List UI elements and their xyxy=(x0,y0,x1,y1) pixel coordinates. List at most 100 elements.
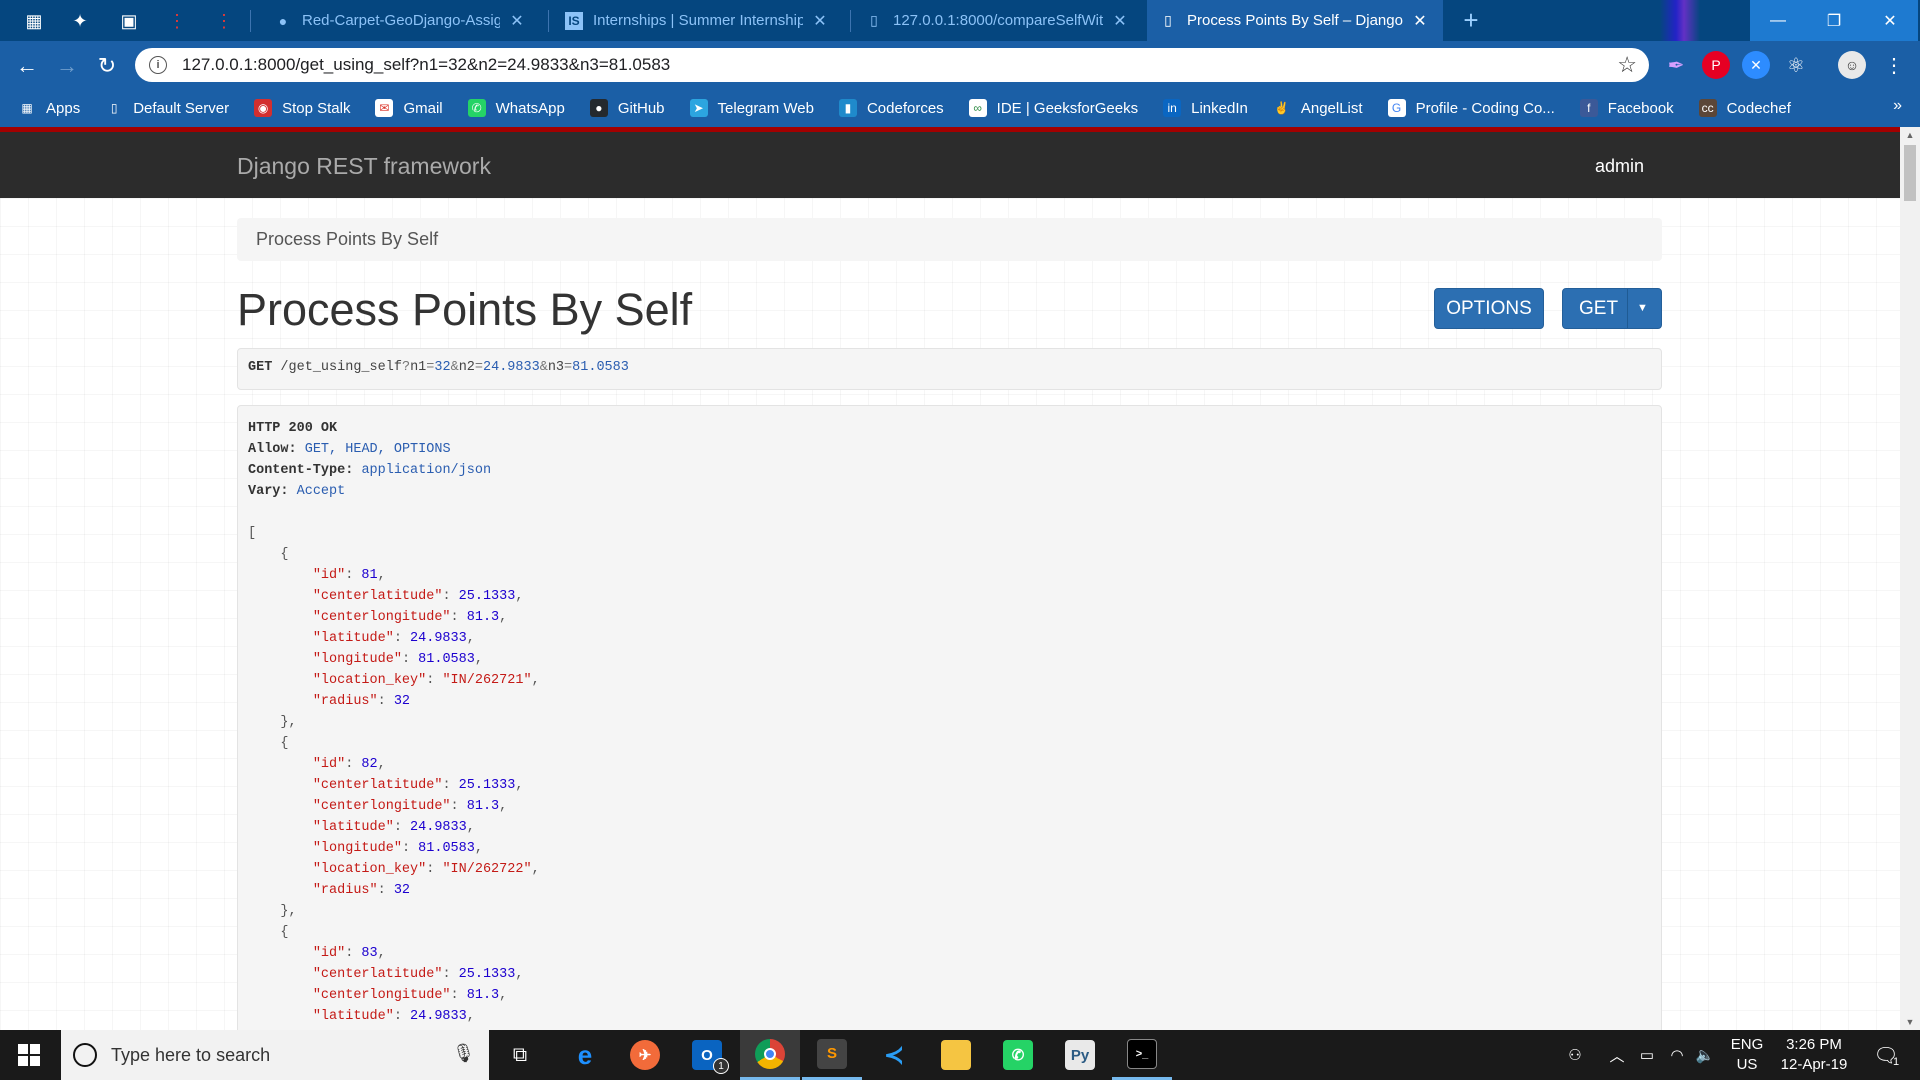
task-view-button[interactable]: ⧉ xyxy=(490,1030,550,1080)
taskbar-python[interactable]: Py xyxy=(1050,1030,1110,1080)
google-icon: G xyxy=(1387,99,1406,117)
info-icon[interactable]: i xyxy=(149,56,167,74)
page-scrollbar[interactable]: ▲ ▼ xyxy=(1900,127,1920,1030)
taskbar-vscode[interactable]: ≺ xyxy=(864,1030,924,1080)
action-center-button[interactable]: 🗨 1 xyxy=(1866,1030,1906,1080)
bookmark-profile-coding-co[interactable]: G Profile - Coding Co... xyxy=(1387,99,1555,117)
tab-internshala[interactable]: IS Internships | Summer Internship | ✕ xyxy=(553,0,843,41)
url-text[interactable]: 127.0.0.1:8000/get_using_self?n1=32&n2=2… xyxy=(182,55,670,75)
more-bookmarks-icon[interactable]: » xyxy=(1893,97,1902,115)
pinned-tab-redmi[interactable]: ⋮ xyxy=(163,7,191,35)
breadcrumb-item[interactable]: Process Points By Self xyxy=(256,229,438,249)
apps-grid-icon: ▦ xyxy=(21,101,33,115)
bookmark-angellist[interactable]: ✌ AngelList xyxy=(1273,99,1362,117)
json-brace: { xyxy=(248,925,289,940)
taskbar-postman[interactable]: ✈ xyxy=(615,1030,675,1080)
taskbar-terminal[interactable]: >_ xyxy=(1112,1030,1172,1080)
restore-button[interactable]: ❐ xyxy=(1806,0,1862,41)
bookmark-gmail[interactable]: ✉ Gmail xyxy=(375,99,443,117)
bookmark-codeforces[interactable]: ▮ Codeforces xyxy=(838,99,944,117)
close-icon[interactable]: ✕ xyxy=(1411,11,1429,31)
header-value: application/json xyxy=(361,463,492,478)
bookmark-apps[interactable]: ▦ Apps xyxy=(18,99,80,117)
start-button[interactable] xyxy=(0,1030,58,1080)
json-colon: : xyxy=(345,568,362,583)
facebook-icon: f xyxy=(1579,99,1598,117)
scroll-down-arrow[interactable]: ▼ xyxy=(1900,1014,1920,1030)
request-path: /get_using_self xyxy=(280,360,402,375)
extension-react[interactable]: ⚛ xyxy=(1782,51,1810,79)
bookmark-telegram-web[interactable]: ➤ Telegram Web xyxy=(689,99,814,117)
stopstalk-icon: ◉ xyxy=(254,99,273,117)
input-language[interactable]: ENG US xyxy=(1722,1035,1772,1075)
bookmark-stop-stalk[interactable]: ◉ Stop Stalk xyxy=(254,99,350,117)
close-icon[interactable]: ✕ xyxy=(508,11,526,31)
scroll-up-arrow[interactable]: ▲ xyxy=(1900,127,1920,143)
bookmark-star-icon[interactable]: ☆ xyxy=(1617,52,1637,78)
network-status[interactable]: ◠ xyxy=(1665,1030,1689,1080)
bookmark-ide-geeksforgeeks[interactable]: ∞ IDE | GeeksforGeeks xyxy=(968,99,1139,117)
tab-title: Red-Carpet-GeoDjango-Assignm xyxy=(302,12,500,29)
close-window-button[interactable]: ✕ xyxy=(1862,0,1918,41)
header-key: Vary xyxy=(248,484,281,499)
bookmark-label: Codechef xyxy=(1726,99,1791,117)
bookmark-whatsapp[interactable]: ✆ WhatsApp xyxy=(467,99,565,117)
pin-icon: ⋮ xyxy=(215,10,233,31)
taskbar-sublime[interactable]: S xyxy=(802,1030,862,1080)
pinned-tab-bookmark[interactable]: ▣ xyxy=(115,7,143,35)
json-comma: , xyxy=(515,967,524,982)
tab-github[interactable]: ● Red-Carpet-GeoDjango-Assignm ✕ xyxy=(262,0,540,41)
brand-link[interactable]: Django REST framework xyxy=(237,153,491,180)
extension-blue[interactable]: ✕ xyxy=(1742,51,1770,79)
json-colon: : xyxy=(450,610,467,625)
volume-control[interactable]: 🔈 xyxy=(1693,1030,1717,1080)
pinned-tab-python[interactable]: ✦ xyxy=(66,7,94,35)
taskbar-file-explorer[interactable] xyxy=(926,1030,986,1080)
taskbar-outlook[interactable]: O 1 xyxy=(677,1030,737,1080)
get-button[interactable]: GET ▼ xyxy=(1562,288,1662,329)
options-button[interactable]: OPTIONS xyxy=(1434,288,1544,329)
scroll-thumb[interactable] xyxy=(1904,145,1916,201)
show-hidden-icons[interactable]: ︿ xyxy=(1605,1030,1629,1080)
json-colon: : xyxy=(426,862,443,877)
bookmark-default-server[interactable]: ▯ Default Server xyxy=(105,99,229,117)
json-colon: : xyxy=(393,820,411,835)
extension-feather[interactable]: ✒ xyxy=(1662,51,1690,79)
page-title: Process Points By Self xyxy=(237,284,693,335)
tab-process-points[interactable]: ▯ Process Points By Self – Django R ✕ xyxy=(1147,0,1443,41)
new-tab-button[interactable]: + xyxy=(1456,5,1486,35)
json-key: "latitude" xyxy=(312,1009,394,1024)
taskbar-chrome[interactable] xyxy=(740,1030,800,1080)
bookmark-github[interactable]: ● GitHub xyxy=(589,99,665,117)
taskbar-edge[interactable]: e xyxy=(555,1030,615,1080)
bookmark-codechef[interactable]: cc Codechef xyxy=(1698,99,1791,117)
json-string-value: "IN/262722" xyxy=(442,862,532,877)
menu-button[interactable]: ⋮ xyxy=(1880,51,1908,79)
address-bar[interactable]: i 127.0.0.1:8000/get_using_self?n1=32&n2… xyxy=(135,48,1649,82)
pinned-tab-redmi-2[interactable]: ⋮ xyxy=(210,7,238,35)
taskbar-whatsapp[interactable]: ✆ xyxy=(988,1030,1048,1080)
people-button[interactable]: ⚇ xyxy=(1560,1030,1590,1080)
user-menu[interactable]: admin xyxy=(1595,156,1644,177)
bookmark-linkedin[interactable]: in LinkedIn xyxy=(1163,99,1248,117)
clock[interactable]: 3:26 PM 12-Apr-19 xyxy=(1774,1035,1854,1075)
bookmark-label: IDE | GeeksforGeeks xyxy=(996,99,1139,117)
pinned-tab-calculator[interactable]: ▦ xyxy=(20,7,48,35)
microphone-icon[interactable]: 🎙 xyxy=(452,1043,475,1064)
caret-down-icon[interactable]: ▼ xyxy=(1637,302,1648,314)
json-number-value: 24.9833 xyxy=(410,820,467,835)
close-icon[interactable]: ✕ xyxy=(1111,11,1129,31)
tab-compare-self[interactable]: ▯ 127.0.0.1:8000/compareSelfWithI ✕ xyxy=(853,0,1143,41)
taskbar-search[interactable]: Type here to search 🎙 xyxy=(61,1030,489,1080)
extension-pinterest[interactable]: P xyxy=(1702,51,1730,79)
profile-avatar[interactable]: ☺ xyxy=(1838,51,1866,79)
json-comma: , xyxy=(474,652,483,667)
minimize-button[interactable]: — xyxy=(1750,0,1806,41)
battery-status[interactable]: ▭ xyxy=(1635,1030,1659,1080)
query-separator: & xyxy=(539,360,548,375)
reload-button[interactable]: ↻ xyxy=(92,51,122,81)
close-icon[interactable]: ✕ xyxy=(811,11,829,31)
back-button[interactable]: ← xyxy=(12,51,42,81)
bookmark-facebook[interactable]: f Facebook xyxy=(1579,99,1674,117)
forward-button[interactable]: → xyxy=(52,51,82,81)
